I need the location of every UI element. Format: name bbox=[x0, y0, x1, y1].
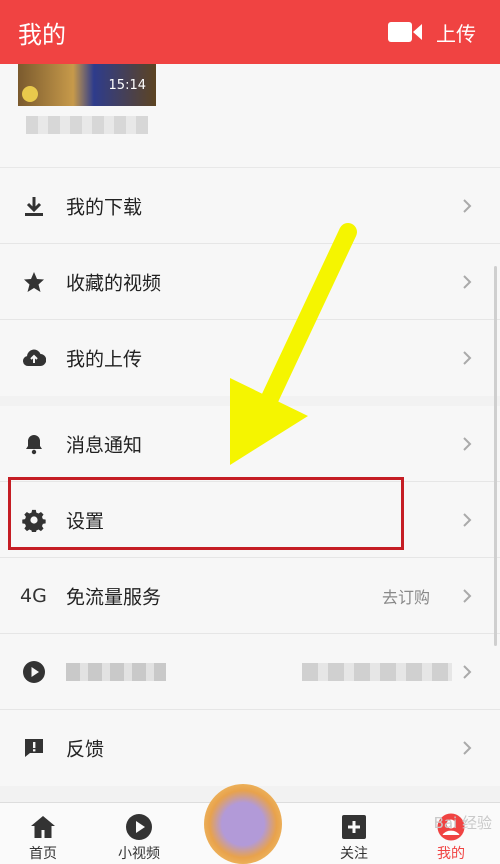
center-action-button[interactable] bbox=[204, 784, 282, 864]
video-duration: 15:14 bbox=[108, 78, 146, 93]
yellow-arrow-annotation bbox=[230, 223, 357, 465]
nav-follow[interactable]: 关注 bbox=[314, 803, 394, 864]
chevron-right-icon bbox=[463, 436, 472, 451]
top-bar: 我的 上传 bbox=[0, 0, 500, 64]
download-icon bbox=[25, 196, 43, 216]
blurred-detail bbox=[302, 662, 452, 681]
page-title: 我的 bbox=[18, 21, 66, 49]
4g-icon: 4G bbox=[20, 584, 47, 607]
upload-button[interactable]: 上传 bbox=[388, 14, 476, 50]
video-camera-icon bbox=[388, 22, 422, 42]
chevron-right-icon bbox=[463, 512, 472, 527]
upload-label: 上传 bbox=[436, 21, 476, 46]
chevron-right-icon bbox=[463, 741, 472, 755]
menu-label-downloads: 我的下载 bbox=[66, 196, 143, 218]
nav-mine-label: 我的 bbox=[437, 846, 465, 862]
chevron-right-icon bbox=[463, 588, 472, 603]
menu-label-feedback: 反馈 bbox=[66, 738, 105, 761]
nav-shorts[interactable]: 小视频 bbox=[99, 803, 179, 864]
chevron-right-icon bbox=[463, 351, 472, 365]
history-video-title-blurred bbox=[26, 116, 148, 134]
history-section: 15:14 bbox=[0, 64, 500, 168]
menu-item-data-service[interactable]: 4G 免流量服务 去订购 bbox=[0, 558, 500, 634]
play-circle-icon bbox=[23, 660, 45, 683]
chevron-right-icon bbox=[463, 274, 472, 289]
nav-follow-label: 关注 bbox=[340, 846, 368, 862]
menu-label-notifications: 消息通知 bbox=[66, 434, 143, 456]
menu-item-feedback[interactable]: 反馈 bbox=[0, 710, 500, 786]
watermark-logo: Bai 经验 bbox=[433, 814, 492, 832]
menu-label-uploads: 我的上传 bbox=[66, 348, 143, 371]
subscribe-link[interactable]: 去订购 bbox=[382, 584, 430, 608]
play-circle-icon bbox=[126, 814, 152, 840]
menu-item-blurred[interactable] bbox=[0, 634, 500, 710]
cloud-upload-icon bbox=[23, 349, 46, 367]
bell-icon bbox=[26, 434, 42, 454]
star-icon bbox=[24, 271, 44, 292]
nav-home-label: 首页 bbox=[29, 846, 57, 862]
blurred-label bbox=[66, 662, 166, 681]
feedback-icon bbox=[25, 739, 43, 757]
chevron-right-icon bbox=[463, 664, 472, 679]
chevron-right-icon bbox=[463, 198, 472, 213]
add-square-icon bbox=[342, 815, 366, 839]
menu-label-favorites: 收藏的视频 bbox=[66, 272, 162, 294]
settings-highlight-box bbox=[8, 477, 404, 550]
home-icon bbox=[31, 816, 55, 838]
thumbnail-decoration bbox=[22, 86, 38, 102]
nav-shorts-label: 小视频 bbox=[118, 846, 160, 862]
nav-home[interactable]: 首页 bbox=[3, 803, 83, 864]
menu-label-data-service: 免流量服务 bbox=[66, 586, 162, 608]
scrollbar[interactable] bbox=[494, 266, 497, 646]
history-video-thumbnail[interactable]: 15:14 bbox=[18, 64, 156, 106]
